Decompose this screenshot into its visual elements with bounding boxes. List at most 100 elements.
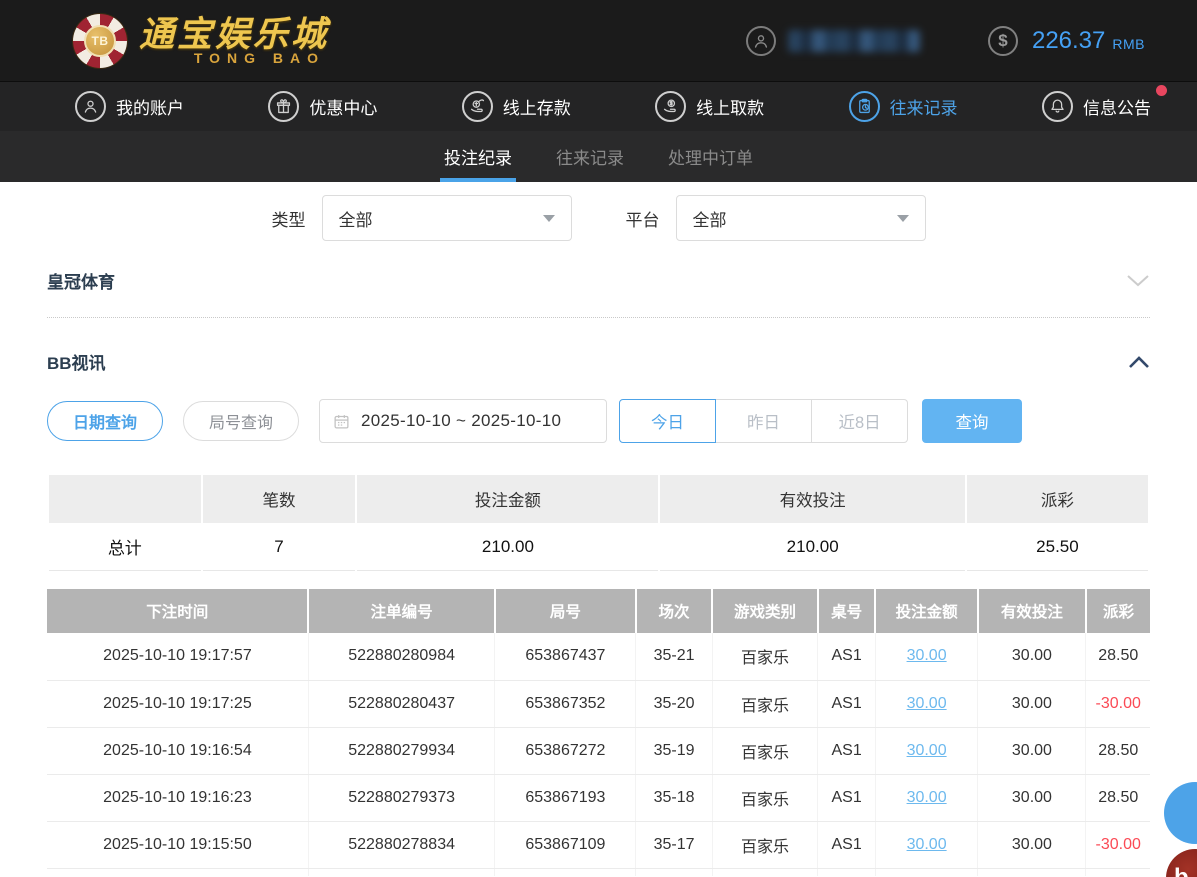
nav-item-online-deposit[interactable]: 线上存款 [461, 91, 571, 122]
round-query-button[interactable]: 局号查询 [183, 401, 300, 441]
bet-time-cell: 2025-10-10 19:17:25 [47, 680, 309, 728]
table-row: 2025-10-10 19:17:25 522880280437 6538673… [47, 680, 1150, 728]
date-range-value: 2025-10-10 ~ 2025-10-10 [361, 411, 562, 430]
bet-table-header-row: 下注时间 注单编号 局号 场次 游戏类别 桌号 投注金额 有效投注 派彩 [47, 589, 1150, 633]
bet-time-cell: 2025-10-10 19:15:50 [47, 821, 309, 869]
bet-amount-link[interactable]: 30.00 [907, 836, 947, 853]
nav-item-my-account[interactable]: 我的账户 [75, 91, 184, 122]
dollar-coin-icon: $ [987, 25, 1018, 56]
game-type-cell: 百家乐 [712, 633, 819, 681]
bet-time-cell: 2025-10-10 19:16:54 [47, 727, 309, 775]
caret-down-icon [542, 214, 555, 222]
valid-bet-cell: 30.00 [977, 821, 1087, 869]
site-subtitle: TONG BAO [193, 49, 326, 66]
round-id-cell: 653867437 [494, 633, 637, 681]
order-id-cell: 522880280437 [308, 680, 496, 728]
site-logo[interactable]: TB 通宝娱乐城 TONG BAO [73, 13, 330, 68]
user-account[interactable] [745, 25, 920, 56]
nav-label: 往来记录 [889, 99, 958, 118]
nav-label: 我的账户 [116, 99, 184, 118]
valid-bet-cell: 30.00 [977, 633, 1087, 681]
tab-transaction-records[interactable]: 往来记录 [554, 131, 626, 182]
bet-amount-cell: 30.00 [875, 680, 979, 728]
yesterday-button[interactable]: 昨日 [715, 399, 813, 443]
platform-filter-label: 平台 [625, 210, 660, 230]
balance-currency: RMB [1112, 35, 1145, 52]
chevron-up-icon[interactable] [1128, 355, 1150, 369]
bet-amount-link[interactable]: 30.00 [907, 742, 947, 759]
nav-item-transaction-records[interactable]: 往来记录 [848, 91, 958, 122]
nav-item-promotions[interactable]: 优惠中心 [268, 91, 377, 122]
dotted-divider [47, 317, 1150, 318]
site-title: 通宝娱乐城 [139, 14, 330, 54]
table-row: 2025-10-10 19:15:50 522880278834 6538671… [47, 821, 1150, 869]
col-table-no: 桌号 [817, 589, 877, 633]
game-type-cell: 百家乐 [712, 680, 819, 728]
balance-amount: 226.37 [1031, 26, 1106, 54]
bet-time-cell: 2025-10-10 19:16:23 [47, 774, 309, 822]
date-query-button[interactable]: 日期查询 [47, 401, 164, 441]
bet-table: 下注时间 注单编号 局号 场次 游戏类别 桌号 投注金额 有效投注 派彩 202… [47, 589, 1150, 876]
game-type-cell: 百家乐 [712, 774, 819, 822]
col-payout: 派彩 [1085, 589, 1150, 633]
game-type-cell: 百家乐 [712, 727, 819, 775]
game-type-cell: 百家乐 [712, 821, 819, 869]
col-order-id: 注单编号 [308, 589, 496, 633]
button-label: 局号查询 [209, 415, 274, 432]
bet-amount-link[interactable]: 30.00 [907, 695, 947, 712]
valid-bet-cell: 30.00 [977, 727, 1087, 775]
table-no-cell: AS1 [817, 633, 876, 681]
tab-pending-orders[interactable]: 处理中订单 [666, 131, 755, 182]
table-row: 2025-10-10 19:16:54 522880279934 6538672… [47, 727, 1150, 775]
bet-amount-cell: 30.00 [875, 821, 979, 869]
button-label: 昨日 [747, 414, 781, 432]
summary-payout: 25.50 [966, 523, 1148, 571]
order-id-cell: 522880280984 [308, 633, 496, 681]
bet-amount-cell: 30.00 [875, 727, 979, 775]
col-bet-time: 下注时间 [47, 589, 310, 633]
payout-cell: 28.50 [1085, 633, 1150, 681]
bet-amount-cell: 30.00 [875, 633, 979, 681]
query-row: 日期查询 局号查询 2025-10-10 ~ 2025-10-10 今日 昨日 … [47, 399, 1150, 443]
type-filter-label: 类型 [271, 210, 306, 230]
table-row-partial [47, 868, 1150, 876]
bet-amount-link[interactable]: 30.00 [907, 789, 947, 806]
nav-item-online-withdraw[interactable]: 线上取款 [655, 91, 764, 122]
gift-icon [268, 91, 300, 122]
last-8-days-button[interactable]: 近8日 [811, 399, 909, 443]
platform-select[interactable]: 全部 [675, 195, 926, 241]
col-bet-amount: 投注金额 [875, 589, 979, 633]
order-id-cell: 522880279934 [308, 727, 496, 775]
order-id-cell: 522880279373 [308, 774, 496, 822]
section-bb-video[interactable]: BB视讯 [47, 349, 1150, 374]
col-game-type: 游戏类别 [712, 589, 819, 633]
summary-header-row: 笔数 投注金额 有效投注 派彩 [49, 475, 1148, 523]
nav-label: 线上取款 [696, 99, 765, 118]
search-button[interactable]: 查询 [922, 399, 1023, 443]
bet-amount-cell: 30.00 [875, 774, 979, 822]
user-icon [75, 91, 106, 122]
section-crown-sports[interactable]: 皇冠体育 [47, 268, 1150, 293]
notification-badge [1155, 85, 1167, 96]
balance[interactable]: $ 226.37 RMB [987, 25, 1145, 56]
nav-label: 优惠中心 [309, 99, 378, 118]
tab-bet-records[interactable]: 投注纪录 [440, 131, 516, 182]
nav-label: 信息公告 [1082, 99, 1151, 118]
quick-date-group: 今日 昨日 近8日 [619, 399, 909, 443]
casino-chip-icon: TB [73, 13, 127, 68]
filter-row: 类型 全部 平台 全部 [0, 195, 1197, 241]
session-cell: 35-19 [635, 727, 713, 775]
valid-bet-cell: 30.00 [977, 774, 1087, 822]
type-select[interactable]: 全部 [321, 195, 572, 241]
date-range-picker[interactable]: 2025-10-10 ~ 2025-10-10 [319, 399, 608, 443]
bet-amount-link[interactable]: 30.00 [907, 647, 947, 664]
chevron-down-icon[interactable] [1126, 274, 1150, 288]
tab-label: 处理中订单 [668, 149, 753, 168]
col-round-id: 局号 [494, 589, 637, 633]
chip-label: TB [84, 24, 116, 57]
today-button[interactable]: 今日 [619, 399, 717, 443]
summary-header-bet-amount: 投注金额 [357, 475, 659, 523]
type-select-value: 全部 [338, 210, 373, 230]
section-title: BB视讯 [47, 354, 106, 373]
nav-item-announcements[interactable]: 信息公告 [1041, 85, 1167, 122]
